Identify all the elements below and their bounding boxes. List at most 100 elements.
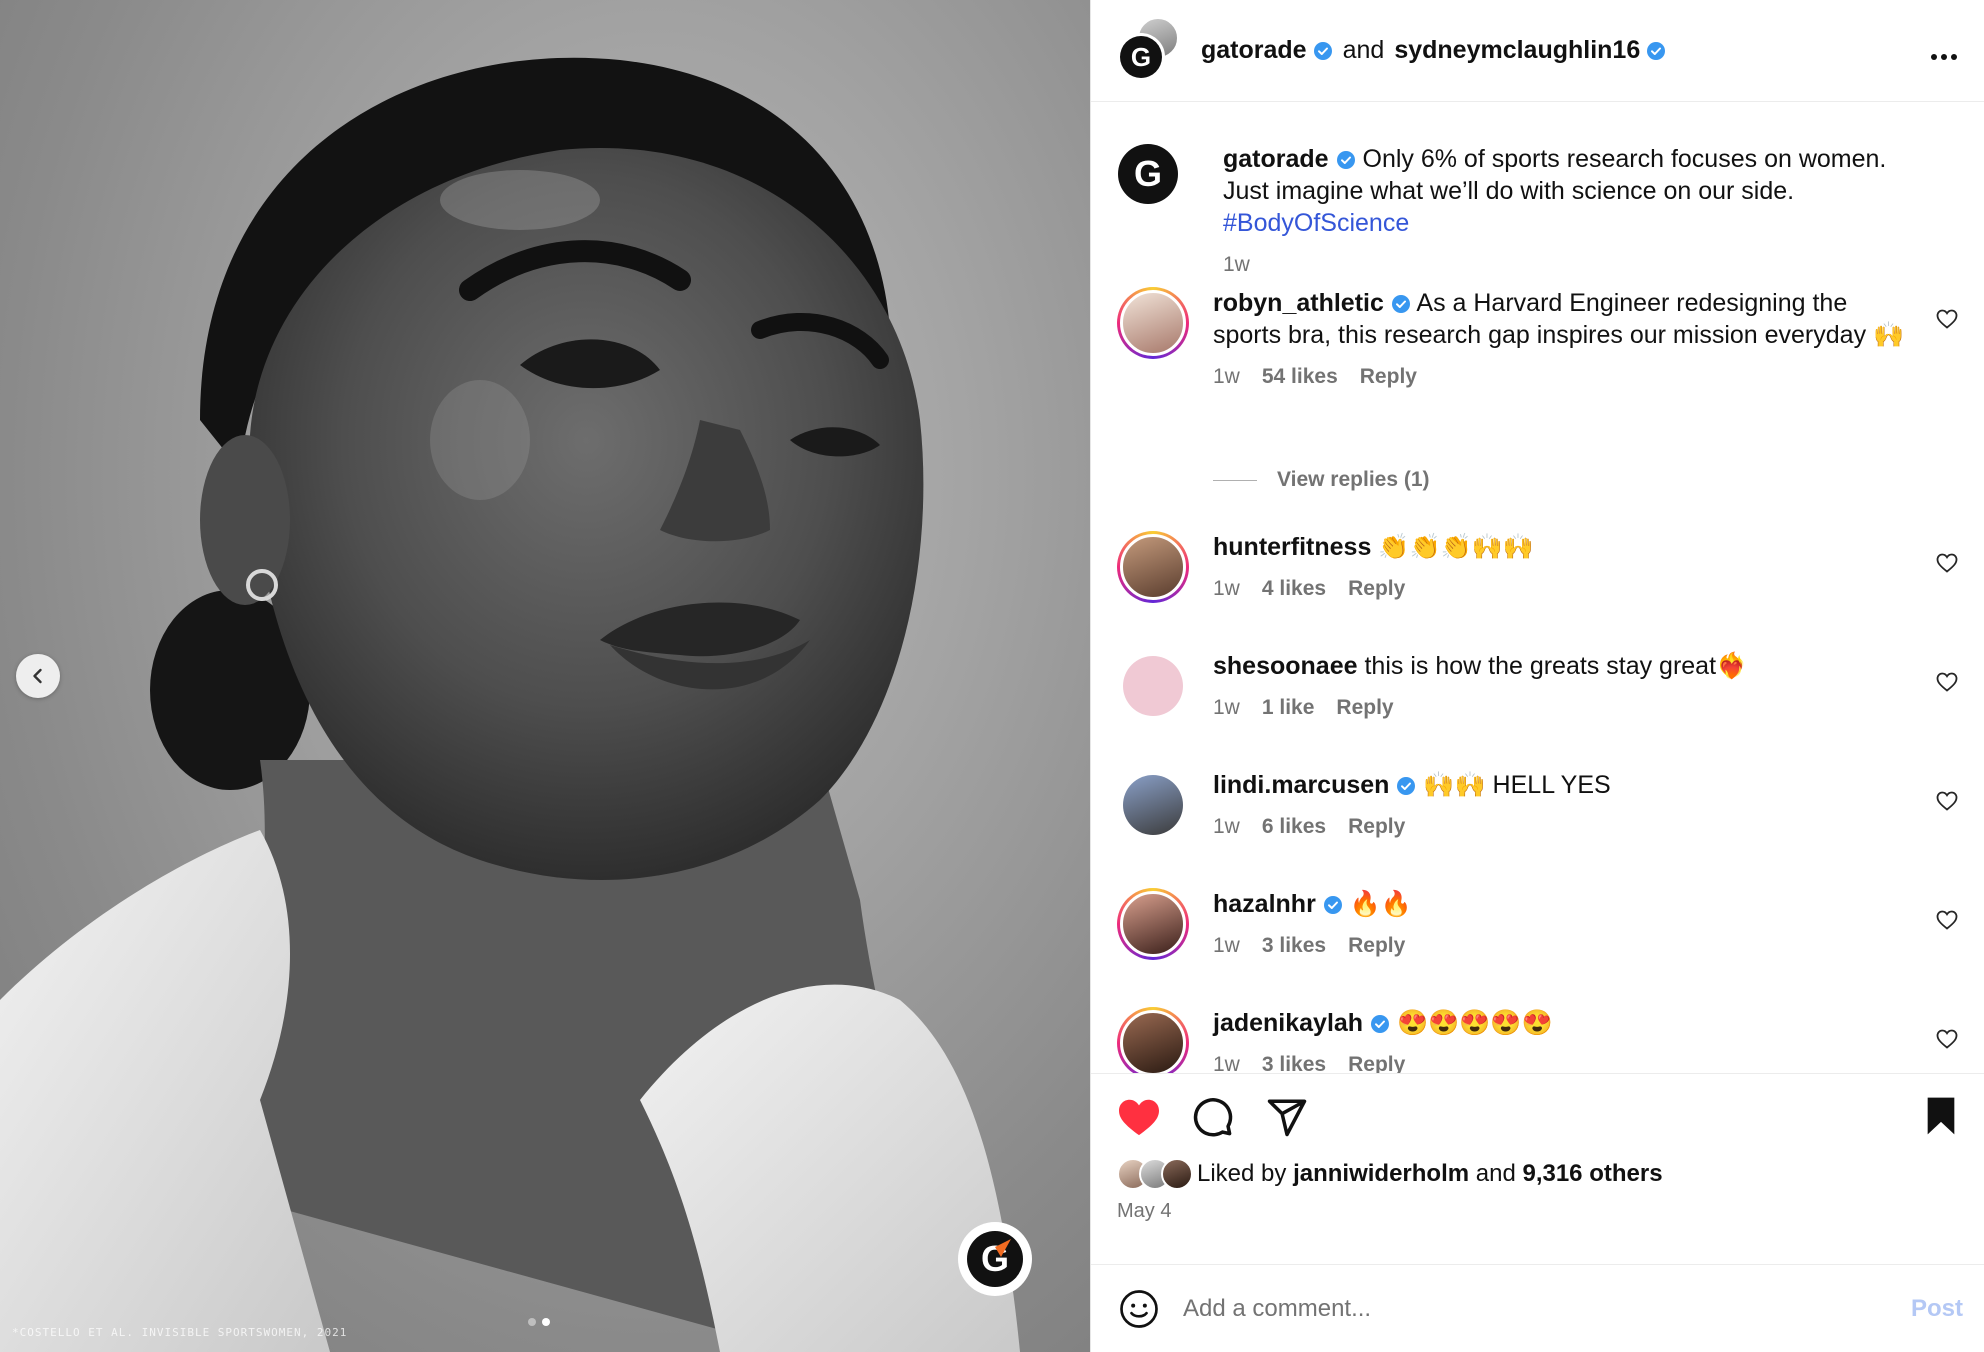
- comment-username[interactable]: robyn_athletic: [1213, 289, 1384, 317]
- carousel-dot: [528, 1318, 536, 1326]
- verified-badge-icon: [1647, 41, 1666, 60]
- previous-image-button[interactable]: [16, 654, 60, 698]
- liker-avatar: [1161, 1158, 1193, 1190]
- comment-likes[interactable]: 3 likes: [1262, 934, 1326, 958]
- gatorade-logo-icon: G: [1118, 144, 1178, 204]
- liked-by-user[interactable]: janniwiderholm: [1293, 1160, 1469, 1187]
- view-replies-button[interactable]: View replies (1): [1213, 468, 1430, 492]
- reply-button[interactable]: Reply: [1360, 365, 1417, 389]
- comment-bubble-icon: [1193, 1098, 1233, 1137]
- post-authors: gatorade and sydneymclaughlin16: [1201, 36, 1666, 65]
- gatorade-avatar[interactable]: G: [1117, 143, 1189, 215]
- reply-button[interactable]: Reply: [1348, 934, 1405, 958]
- comment-likes[interactable]: 1 like: [1262, 696, 1315, 720]
- svg-text:G: G: [1131, 42, 1151, 72]
- comment-likes[interactable]: 6 likes: [1262, 815, 1326, 839]
- reply-button[interactable]: Reply: [1348, 1053, 1405, 1073]
- comment-item: hunterfitness 👏👏👏🙌🙌 1w 4 likes Reply: [1117, 531, 1967, 603]
- commenter-avatar[interactable]: [1117, 888, 1189, 960]
- add-comment-bar: Post: [1091, 1264, 1984, 1352]
- post-header: G gatorade and sydneymclaughlin16: [1091, 0, 1984, 102]
- comment-likes[interactable]: 3 likes: [1262, 1053, 1326, 1073]
- photo-citation: *COSTELLO ET AL. INVISIBLE SPORTSWOMEN, …: [12, 1326, 348, 1339]
- comment-text: 🔥🔥: [1349, 890, 1412, 918]
- gatorade-avatar[interactable]: G: [1117, 32, 1165, 81]
- like-comment-icon[interactable]: [1935, 1027, 1959, 1051]
- comment-button[interactable]: [1191, 1095, 1235, 1139]
- comment-text: 😍😍😍😍😍: [1396, 1009, 1553, 1037]
- liked-by-and: and: [1475, 1160, 1516, 1187]
- action-icons: [1091, 1094, 1984, 1140]
- more-horizontal-icon: [1931, 54, 1957, 60]
- emoji-smile-icon: [1120, 1289, 1158, 1328]
- like-comment-icon[interactable]: [1935, 307, 1959, 331]
- comment-input[interactable]: [1183, 1294, 1863, 1323]
- heart-filled-icon: [1119, 1099, 1159, 1136]
- caption-username[interactable]: gatorade: [1223, 145, 1329, 173]
- share-button[interactable]: [1265, 1095, 1309, 1139]
- likes-summary: Liked by janniwiderholm and 9,316 others: [1091, 1158, 1984, 1190]
- comment-time[interactable]: 1w: [1213, 1053, 1240, 1073]
- comment-text: 👏👏👏🙌🙌: [1378, 533, 1534, 561]
- caption-time[interactable]: 1w: [1223, 253, 1250, 277]
- gatorade-watermark-logo: G: [958, 1222, 1032, 1296]
- comment-time[interactable]: 1w: [1213, 815, 1240, 839]
- commenter-avatar[interactable]: [1117, 769, 1189, 841]
- view-replies-label[interactable]: View replies (1): [1277, 468, 1430, 492]
- collaborator-username[interactable]: sydneymclaughlin16: [1394, 36, 1640, 65]
- comment-text: 🙌🙌 HELL YES: [1423, 771, 1611, 799]
- comment-username[interactable]: shesoonaee: [1213, 652, 1358, 680]
- author-username[interactable]: gatorade: [1201, 36, 1307, 65]
- reply-button[interactable]: Reply: [1348, 577, 1405, 601]
- comment-time[interactable]: 1w: [1213, 934, 1240, 958]
- reply-button[interactable]: Reply: [1336, 696, 1393, 720]
- caption-hashtag[interactable]: #BodyOfScience: [1223, 209, 1409, 237]
- comment-item: jadenikaylah 😍😍😍😍😍 1w 3 likes Reply: [1117, 1007, 1967, 1073]
- comment-text: this is how the greats stay great❤️‍🔥: [1364, 652, 1748, 680]
- comment-username[interactable]: hazalnhr: [1213, 890, 1316, 918]
- like-comment-icon[interactable]: [1935, 670, 1959, 694]
- more-options-button[interactable]: [1930, 36, 1958, 68]
- divider-line: [1213, 479, 1257, 481]
- post-photo: G *COSTELLO ET AL. INVISIBLE SPORTSWOMEN…: [0, 0, 1090, 1352]
- verified-badge-icon: [1313, 41, 1332, 60]
- comments-feed[interactable]: G gatorade Only 6% of sports research fo…: [1091, 103, 1984, 1073]
- commenter-avatar[interactable]: [1117, 287, 1189, 359]
- likes-text: Liked by janniwiderholm and 9,316 others: [1197, 1160, 1663, 1188]
- liker-avatars[interactable]: [1117, 1158, 1217, 1190]
- verified-badge-icon: [1391, 295, 1410, 314]
- portrait-image: [0, 57, 1020, 1352]
- chevron-left-icon: [33, 668, 42, 684]
- commenter-avatar[interactable]: [1117, 1007, 1189, 1073]
- comment-username[interactable]: lindi.marcusen: [1213, 771, 1389, 799]
- like-button[interactable]: [1117, 1095, 1161, 1139]
- commenter-avatar[interactable]: [1117, 650, 1189, 722]
- carousel-indicator: [528, 1318, 550, 1326]
- comment-likes[interactable]: 54 likes: [1262, 365, 1338, 389]
- post-comment-button[interactable]: Post: [1911, 1295, 1963, 1323]
- verified-badge-icon: [1336, 151, 1355, 170]
- instagram-post-dialog: G *COSTELLO ET AL. INVISIBLE SPORTSWOMEN…: [0, 0, 1984, 1352]
- like-comment-icon[interactable]: [1935, 789, 1959, 813]
- send-icon: [1267, 1099, 1307, 1137]
- collab-avatars[interactable]: G: [1117, 16, 1185, 85]
- emoji-button[interactable]: [1117, 1287, 1161, 1331]
- commenter-avatar[interactable]: [1117, 531, 1189, 603]
- like-comment-icon[interactable]: [1935, 551, 1959, 575]
- comment-item: hazalnhr 🔥🔥 1w 3 likes Reply: [1117, 888, 1967, 960]
- post-date[interactable]: May 4: [1091, 1200, 1984, 1223]
- reply-button[interactable]: Reply: [1348, 815, 1405, 839]
- like-comment-icon[interactable]: [1935, 908, 1959, 932]
- post-actions: Liked by janniwiderholm and 9,316 others…: [1091, 1073, 1984, 1265]
- comment-time[interactable]: 1w: [1213, 696, 1240, 720]
- comment-likes[interactable]: 4 likes: [1262, 577, 1326, 601]
- post-caption: G gatorade Only 6% of sports research fo…: [1117, 143, 1967, 277]
- comment-time[interactable]: 1w: [1213, 577, 1240, 601]
- save-button[interactable]: [1919, 1094, 1963, 1138]
- verified-badge-icon: [1371, 1015, 1390, 1034]
- liked-by-others[interactable]: 9,316 others: [1522, 1160, 1662, 1187]
- bookmark-filled-icon: [1927, 1097, 1955, 1135]
- comment-username[interactable]: jadenikaylah: [1213, 1009, 1363, 1037]
- comment-time[interactable]: 1w: [1213, 365, 1240, 389]
- comment-username[interactable]: hunterfitness: [1213, 533, 1371, 561]
